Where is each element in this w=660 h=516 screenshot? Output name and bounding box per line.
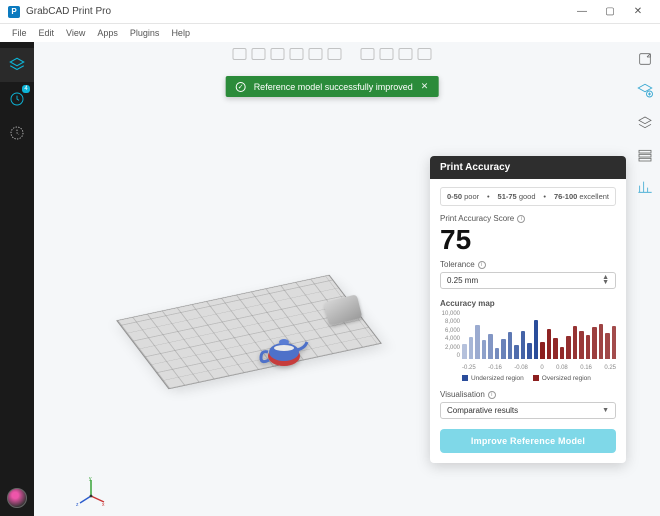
chevron-down-icon: ▼	[602, 407, 609, 414]
spinner-icon: ▲▼	[602, 276, 609, 284]
view-tool-6[interactable]	[328, 48, 342, 60]
menu-edit[interactable]: Edit	[35, 28, 59, 38]
rail-build-plate[interactable]	[0, 48, 34, 82]
view-tool-9[interactable]	[399, 48, 413, 60]
panel-title: Print Accuracy	[430, 156, 626, 179]
chart-legend: Undersized region Oversized region	[440, 375, 616, 382]
histogram-bar	[482, 340, 487, 359]
histogram-bar	[553, 338, 558, 359]
settings-stack-icon[interactable]	[636, 146, 654, 164]
histogram-bar	[566, 336, 571, 359]
histogram-bar	[514, 345, 519, 359]
histogram-bar	[462, 344, 467, 359]
accuracy-map-label: Accuracy map	[440, 299, 616, 308]
view-tool-1[interactable]	[233, 48, 247, 60]
window-minimize[interactable]: —	[568, 6, 596, 17]
info-icon[interactable]: i	[488, 391, 496, 399]
model-teapot[interactable]	[259, 330, 309, 370]
axis-triad: y x z	[76, 476, 106, 506]
histogram-bar	[586, 335, 591, 359]
histogram-bar	[599, 324, 604, 359]
left-rail: 4	[0, 42, 34, 516]
menu-view[interactable]: View	[62, 28, 89, 38]
menubar: File Edit View Apps Plugins Help	[0, 24, 660, 42]
window-maximize[interactable]: ▢	[596, 6, 624, 17]
export-icon[interactable]	[636, 50, 654, 68]
histogram-bar	[612, 326, 617, 359]
histogram-bar	[534, 320, 539, 359]
toast-message: Reference model successfully improved	[254, 82, 413, 92]
scale-excellent: 76-100 excellent	[554, 192, 609, 201]
rail-history-badge: 4	[22, 85, 30, 93]
check-icon: ✓	[236, 82, 246, 92]
svg-text:z: z	[76, 502, 79, 506]
accuracy-histogram: 10,0008,0006,0004,0002,0000 -0.25-0.16-0…	[440, 311, 616, 371]
histogram-bar	[527, 343, 532, 359]
histogram-bar	[495, 348, 500, 359]
app-title: GrabCAD Print Pro	[26, 6, 111, 17]
view-tool-10[interactable]	[418, 48, 432, 60]
rail-recent[interactable]	[0, 116, 34, 150]
scale-poor: 0-50 poor	[447, 192, 479, 201]
accuracy-score: 75	[440, 226, 616, 254]
menu-help[interactable]: Help	[167, 28, 194, 38]
histogram-bar	[475, 325, 480, 359]
svg-text:x: x	[102, 502, 105, 506]
improve-reference-model-button[interactable]: Improve Reference Model	[440, 429, 616, 453]
legend-swatch-under	[462, 375, 468, 381]
histogram-bar	[579, 331, 584, 359]
score-label: Print Accuracy Scorei	[440, 214, 616, 223]
titlebar: P GrabCAD Print Pro — ▢ ✕	[0, 0, 660, 24]
view-toolbar	[233, 48, 432, 60]
tolerance-select[interactable]: 0.25 mm ▲▼	[440, 272, 616, 289]
legend-swatch-over	[533, 375, 539, 381]
histogram-bar	[501, 339, 506, 359]
view-tool-2[interactable]	[252, 48, 266, 60]
quality-scale: 0-50 poor • 51-75 good • 76-100 excellen…	[440, 187, 616, 206]
window-close[interactable]: ✕	[624, 6, 652, 17]
tolerance-label: Tolerancei	[440, 260, 616, 269]
view-tool-5[interactable]	[309, 48, 323, 60]
view-tool-8[interactable]	[380, 48, 394, 60]
histogram-bar	[521, 331, 526, 359]
user-avatar[interactable]	[7, 488, 27, 508]
histogram-bar	[540, 342, 545, 359]
view-tool-7[interactable]	[361, 48, 375, 60]
histogram-bar	[469, 337, 474, 359]
materials-icon[interactable]	[636, 114, 654, 132]
analyze-icon[interactable]	[636, 82, 654, 100]
histogram-bar	[508, 332, 513, 359]
print-accuracy-panel: Print Accuracy 0-50 poor • 51-75 good • …	[430, 156, 626, 463]
menu-apps[interactable]: Apps	[93, 28, 122, 38]
success-toast: ✓ Reference model successfully improved …	[226, 76, 439, 97]
histogram-bar	[592, 327, 597, 359]
stats-icon[interactable]	[636, 178, 654, 196]
app-logo: P	[8, 6, 20, 18]
info-icon[interactable]: i	[478, 261, 486, 269]
histogram-bar	[605, 333, 610, 359]
view-tool-4[interactable]	[290, 48, 304, 60]
menu-plugins[interactable]: Plugins	[126, 28, 164, 38]
visualisation-select[interactable]: Comparative results ▼	[440, 402, 616, 419]
menu-file[interactable]: File	[8, 28, 31, 38]
scale-good: 51-75 good	[498, 192, 536, 201]
visualisation-label: Visualisationi	[440, 390, 616, 399]
right-rail	[630, 42, 660, 516]
histogram-bar	[573, 326, 578, 359]
view-tool-3[interactable]	[271, 48, 285, 60]
info-icon[interactable]: i	[517, 215, 525, 223]
histogram-bar	[560, 347, 565, 359]
histogram-bar	[488, 334, 493, 359]
rail-history[interactable]: 4	[0, 82, 34, 116]
toast-close[interactable]: ✕	[421, 81, 429, 92]
histogram-bar	[547, 329, 552, 359]
build-plate	[116, 275, 382, 389]
